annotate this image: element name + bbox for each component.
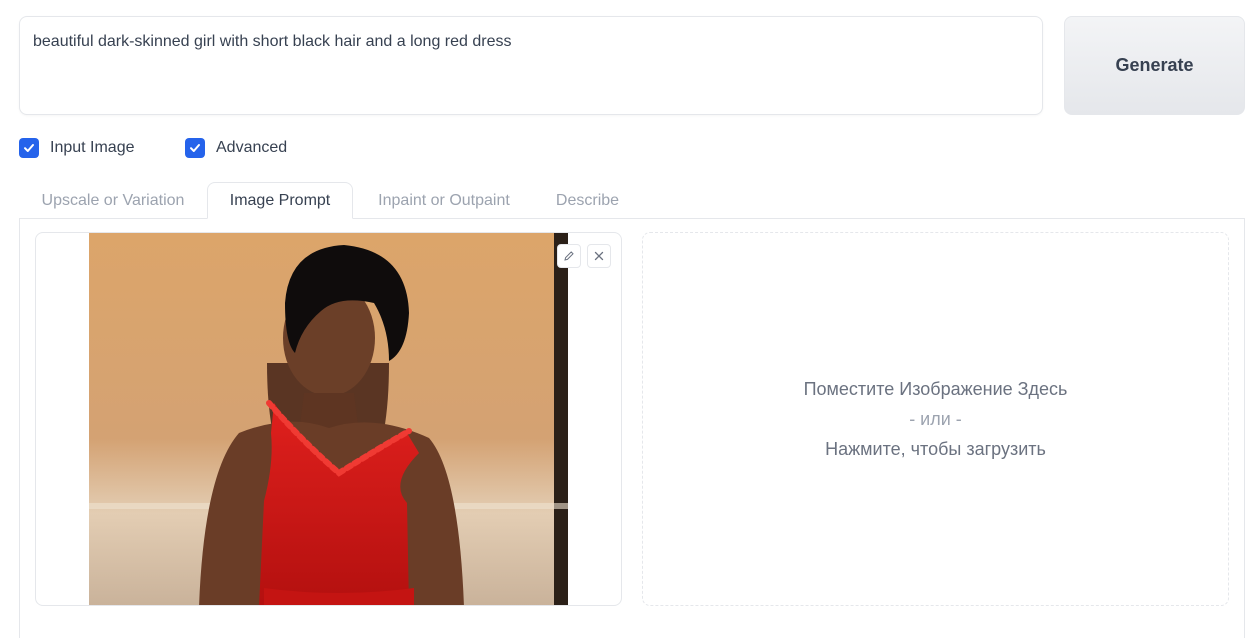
drop-zone-line3: Нажмите, чтобы загрузить <box>825 439 1046 459</box>
tab-inpaint-or-outpaint[interactable]: Inpaint or Outpaint <box>353 182 535 219</box>
edit-image-button[interactable] <box>557 244 581 268</box>
input-image-label: Input Image <box>50 139 135 156</box>
tab-image-prompt[interactable]: Image Prompt <box>207 182 353 219</box>
generate-button-label: Generate <box>1115 55 1194 75</box>
tab-bar: Upscale or Variation Image Prompt Inpain… <box>19 182 1245 219</box>
tab-upscale-or-variation[interactable]: Upscale or Variation <box>19 182 207 219</box>
advanced-checkbox[interactable] <box>185 138 205 158</box>
pencil-icon <box>564 251 574 261</box>
drop-zone-or: - или - <box>909 409 962 429</box>
image-drop-zone[interactable]: Поместите Изображение Здесь - или - Нажм… <box>642 232 1229 606</box>
close-icon <box>594 251 604 261</box>
input-image-checkbox[interactable] <box>19 138 39 158</box>
checkmark-icon <box>190 144 200 152</box>
generate-button[interactable]: Generate <box>1064 16 1245 115</box>
drop-zone-line1: Поместите Изображение Здесь <box>803 379 1068 399</box>
tab-describe[interactable]: Describe <box>535 182 640 219</box>
advanced-checkbox-row[interactable]: Advanced <box>185 138 287 158</box>
uploaded-image <box>89 233 568 605</box>
checkmark-icon <box>24 144 34 152</box>
input-image-checkbox-row[interactable]: Input Image <box>19 138 135 158</box>
advanced-label: Advanced <box>216 139 288 156</box>
prompt-input[interactable]: beautiful dark-skinned girl with short b… <box>19 16 1043 115</box>
clear-image-button[interactable] <box>587 244 611 268</box>
input-image-box[interactable] <box>35 232 622 606</box>
